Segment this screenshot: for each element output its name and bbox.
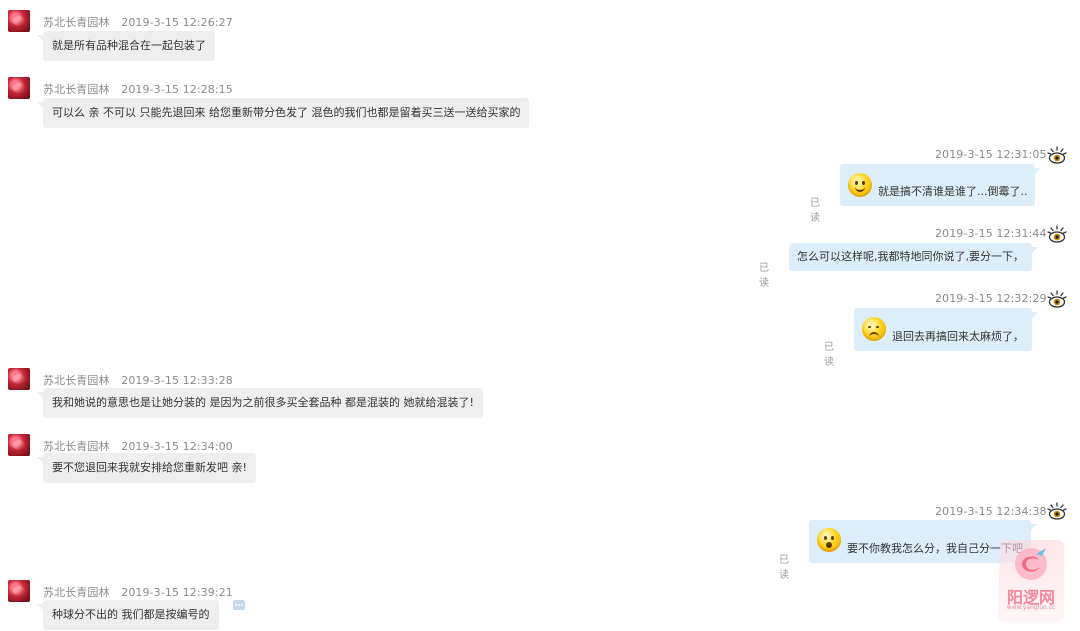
sender-name: 苏北长青园林 <box>43 16 110 29</box>
more-icon[interactable] <box>233 600 245 610</box>
awkward-emoji-icon <box>862 317 886 341</box>
read-status: 已读 <box>824 342 834 368</box>
message-meta: 苏北长青园林 2019-3-15 12:28:15 <box>43 81 233 97</box>
message-meta: 苏北长青园林 2019-3-15 12:34:00 <box>43 438 233 454</box>
message-text: 就是搞不清谁是谁了...倒霉了.. <box>878 185 1028 198</box>
message-timestamp: 2019-3-15 12:34:00 <box>121 440 233 453</box>
message-bubble: 可以么 亲 不可以 只能先退回来 给您重新带分色发了 混色的我们也都是留着买三送… <box>36 98 530 128</box>
seller-avatar[interactable] <box>8 434 30 456</box>
sender-name: 苏北长青园林 <box>43 440 110 453</box>
message-meta: 苏北长青园林 2019-3-15 12:33:28 <box>43 372 233 388</box>
eye-avatar-icon <box>1047 225 1067 243</box>
message-bubble: 就是搞不清谁是谁了...倒霉了.. <box>840 164 1042 206</box>
message-timestamp: 2019-3-15 12:33:28 <box>121 374 233 387</box>
message-text: 怎么可以这样呢,我都特地同你说了,要分一下， <box>797 250 1024 263</box>
sender-name: 苏北长青园林 <box>43 83 110 96</box>
message-meta: 苏北长青园林 2019-3-15 12:26:27 <box>43 14 233 30</box>
read-status: 已读 <box>759 263 769 289</box>
buyer-avatar[interactable] <box>1046 145 1068 167</box>
message-bubble: 怎么可以这样呢,我都特地同你说了,要分一下， <box>789 243 1038 271</box>
message-meta: 苏北长青园林 2019-3-15 12:39:21 <box>43 584 233 600</box>
read-status: 已读 <box>779 555 789 581</box>
message-bubble: 退回去再搞回来太麻烦了， <box>854 308 1038 351</box>
buyer-avatar[interactable] <box>1046 224 1068 246</box>
read-status: 已读 <box>810 198 820 224</box>
buyer-avatar[interactable] <box>1046 501 1068 523</box>
message-bubble: 我和她说的意思也是让她分装的 是因为之前很多买全套品种 都是混装的 她就给混装了… <box>37 388 483 418</box>
watermark-url: www.yangluo.cc <box>1006 604 1056 611</box>
sender-name: 苏北长青园林 <box>43 374 110 387</box>
message-timestamp: 2019-3-15 12:32:29 <box>935 292 1047 305</box>
seller-avatar[interactable] <box>8 580 30 602</box>
seller-avatar[interactable] <box>8 368 30 390</box>
message-bubble: 种球分不出的 我们都是按编号的 <box>37 600 219 630</box>
watermark-logo: 阳逻网 www.yangluo.cc <box>992 540 1070 624</box>
eye-avatar-icon <box>1047 146 1067 164</box>
message-timestamp: 2019-3-15 12:26:27 <box>121 16 233 29</box>
message-timestamp: 2019-3-15 12:39:21 <box>121 586 233 599</box>
eye-avatar-icon <box>1047 502 1067 520</box>
seller-avatar[interactable] <box>8 10 30 32</box>
message-text: 退回去再搞回来太麻烦了， <box>892 330 1024 343</box>
message-timestamp: 2019-3-15 12:31:05 <box>935 148 1047 161</box>
message-timestamp: 2019-3-15 12:34:38 <box>935 505 1047 518</box>
seller-avatar[interactable] <box>8 77 30 99</box>
smile-emoji-icon <box>848 173 872 197</box>
message-bubble: 要不您退回来我就安排给您重新发吧 亲! <box>37 453 256 483</box>
buyer-avatar[interactable] <box>1046 289 1068 311</box>
message-timestamp: 2019-3-15 12:28:15 <box>121 83 233 96</box>
sender-name: 苏北长青园林 <box>43 586 110 599</box>
message-timestamp: 2019-3-15 12:31:44 <box>935 227 1047 240</box>
eye-avatar-icon <box>1047 290 1067 308</box>
message-bubble: 就是所有品种混合在一起包装了 <box>37 31 215 61</box>
surprised-emoji-icon <box>817 528 841 552</box>
